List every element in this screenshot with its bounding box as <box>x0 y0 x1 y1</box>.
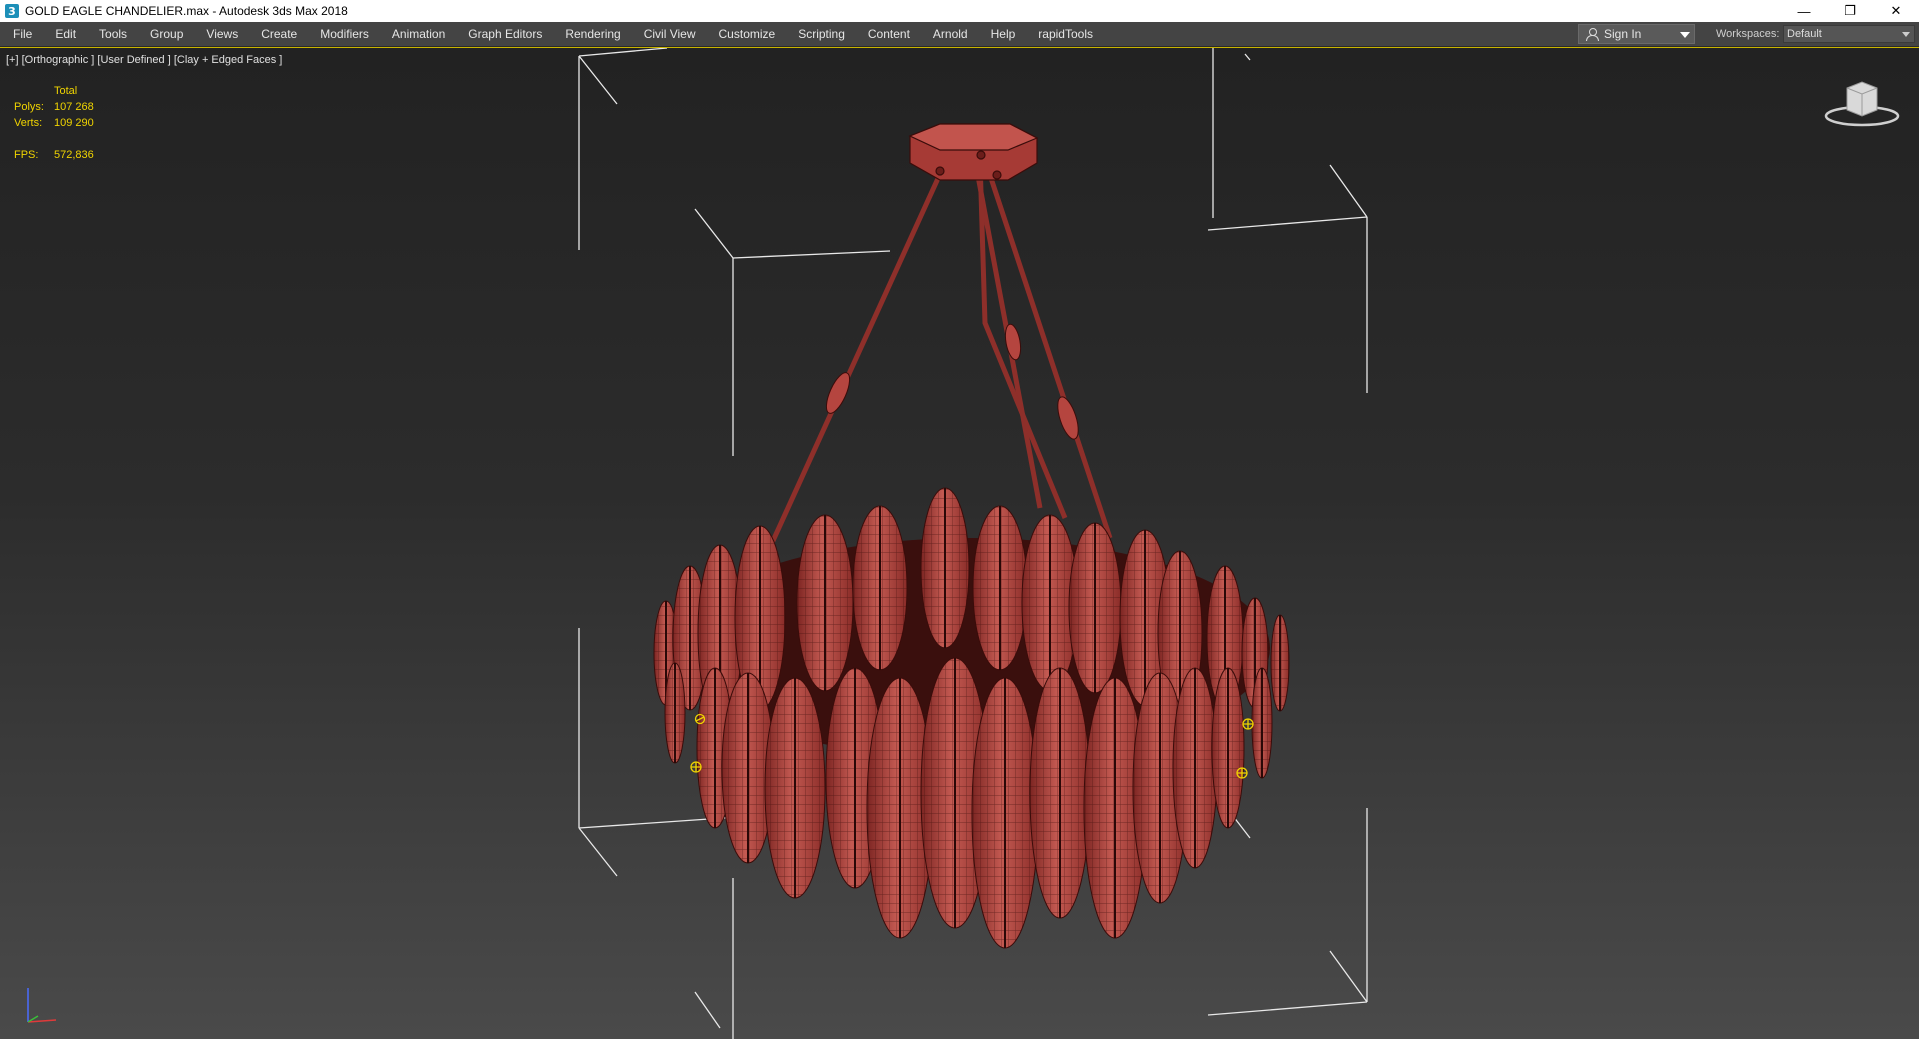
menu-content[interactable]: Content <box>855 22 920 46</box>
polys-value: 107 268 <box>54 101 94 113</box>
chevron-down-icon <box>1902 32 1910 37</box>
workspace-select[interactable]: Default <box>1783 25 1915 43</box>
menu-scripting[interactable]: Scripting <box>785 22 855 46</box>
fps-value: 572,836 <box>54 149 94 161</box>
sign-in-dropdown[interactable]: Sign In <box>1578 24 1695 44</box>
scene-statistics: Total Polys: 107 268 Verts: 109 290 FPS: 57… <box>14 85 94 165</box>
window-controls: — ❐ ✕ <box>1781 0 1919 22</box>
verts-label: Verts: <box>14 117 43 129</box>
verts-value: 109 290 <box>54 117 94 129</box>
minimize-button[interactable]: — <box>1781 0 1827 22</box>
perspective-viewport[interactable]: [+] [Orthographic ] [User Defined ] [Cla… <box>0 47 1919 1039</box>
menu-file[interactable]: File <box>0 22 42 46</box>
menu-modifiers[interactable]: Modifiers <box>307 22 379 46</box>
stats-header: Total <box>54 85 78 97</box>
menu-arnold[interactable]: Arnold <box>920 22 978 46</box>
restore-button[interactable]: ❐ <box>1827 0 1873 22</box>
menu-civil-view[interactable]: Civil View <box>631 22 706 46</box>
sign-in-label: Sign In <box>1604 27 1642 41</box>
user-icon <box>1585 27 1599 41</box>
window-title: GOLD EAGLE CHANDELIER.max - Autodesk 3ds… <box>25 4 348 18</box>
menu-customize[interactable]: Customize <box>706 22 786 46</box>
chevron-down-icon <box>1680 32 1690 38</box>
ceiling-canopy <box>908 123 1039 181</box>
workspaces-label: Workspaces: <box>1716 28 1780 40</box>
menu-bar: File Edit Tools Group Views Create Modif… <box>0 22 1919 47</box>
menu-edit[interactable]: Edit <box>42 22 86 46</box>
viewcube-icon[interactable] <box>1822 78 1902 130</box>
viewport-scene[interactable] <box>0 48 1919 1039</box>
leaves-front-row <box>664 657 1273 949</box>
menu-animation[interactable]: Animation <box>379 22 455 46</box>
axis-tripod-icon <box>27 988 57 1023</box>
menu-views[interactable]: Views <box>193 22 248 46</box>
3dsmax-app-icon[interactable]: 3 <box>5 4 19 18</box>
workspace-value: Default <box>1787 28 1822 40</box>
viewport-label[interactable]: [+] [Orthographic ] [User Defined ] [Cla… <box>6 54 282 66</box>
menu-create[interactable]: Create <box>248 22 307 46</box>
menu-graph-editors[interactable]: Graph Editors <box>455 22 552 46</box>
fps-label: FPS: <box>14 149 39 161</box>
menu-group[interactable]: Group <box>137 22 193 46</box>
menu-rendering[interactable]: Rendering <box>552 22 630 46</box>
menu-rapidtools[interactable]: rapidTools <box>1025 22 1103 46</box>
menu-tools[interactable]: Tools <box>86 22 137 46</box>
title-bar: 3 GOLD EAGLE CHANDELIER.max - Autodesk 3… <box>0 0 1919 22</box>
menu-help[interactable]: Help <box>978 22 1026 46</box>
chandelier-rods <box>769 159 1113 545</box>
polys-label: Polys: <box>14 101 44 113</box>
close-button[interactable]: ✕ <box>1873 0 1919 22</box>
